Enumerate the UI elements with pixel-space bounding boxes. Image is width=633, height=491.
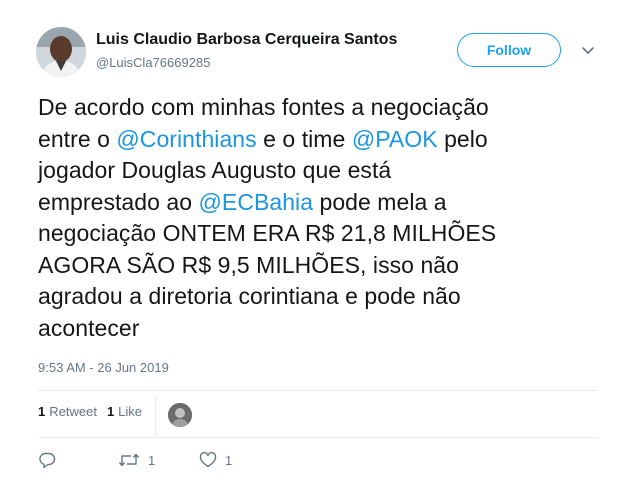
tweet-stats: 1 Retweet 1 Like bbox=[38, 404, 152, 419]
author-display-name[interactable]: Luis Claudio Barbosa Cerqueira Santos bbox=[96, 31, 397, 49]
like-stat-count: 1 bbox=[106, 404, 115, 419]
tweet-text-segment: pode mela a bbox=[313, 188, 447, 215]
mention-link[interactable]: @ECBahia bbox=[199, 189, 314, 215]
tweet-line: AGORA SÃO R$ 9,5 MILHÕES, isso não bbox=[38, 250, 598, 282]
tweet-line: negociação ONTEM ERA R$ 21,8 MILHÕES bbox=[38, 218, 598, 250]
retweet-button[interactable]: 1 bbox=[118, 451, 155, 469]
follow-button[interactable]: Follow bbox=[457, 33, 561, 67]
tweet-text-segment: entre o bbox=[38, 125, 117, 152]
tweet-text-segment: jogador Douglas Augusto que está bbox=[38, 157, 392, 183]
tweet-text: De acordo com minhas fontes a negociação… bbox=[38, 92, 598, 344]
heart-icon bbox=[199, 451, 217, 469]
tweet-line: emprestado ao @ECBahia pode mela a bbox=[38, 187, 598, 219]
like-count: 1 bbox=[225, 452, 233, 468]
stats-separator bbox=[155, 396, 156, 436]
tweet-line: jogador Douglas Augusto que está bbox=[38, 155, 598, 187]
tweet-line: agradou a diretoria corintiana e pode nã… bbox=[38, 281, 598, 313]
retweet-stat[interactable]: 1 Retweet bbox=[38, 404, 97, 419]
tweet-text-segment: acontecer bbox=[38, 314, 140, 341]
reply-button[interactable] bbox=[38, 451, 56, 469]
tweet-line: entre o @Corinthians e o time @PAOK pelo bbox=[38, 124, 598, 156]
tweet-text-segment: negociação ONTEM ERA R$ 21,8 MILHÕES bbox=[38, 220, 497, 246]
tweet-text-segment: pelo bbox=[437, 125, 488, 152]
caret-down-icon[interactable] bbox=[580, 42, 596, 58]
reply-icon bbox=[38, 451, 56, 469]
retweet-stat-label: Retweet bbox=[49, 404, 97, 419]
liker-avatar[interactable] bbox=[168, 403, 192, 427]
tweet-line: acontecer bbox=[38, 313, 598, 345]
mention-link[interactable]: @Corinthians bbox=[116, 126, 256, 152]
tweet-line: De acordo com minhas fontes a negociação bbox=[38, 92, 598, 124]
author-handle[interactable]: @LuisCla76669285 bbox=[96, 55, 210, 70]
like-button[interactable]: 1 bbox=[199, 451, 232, 469]
divider-top bbox=[38, 390, 598, 391]
author-avatar[interactable] bbox=[36, 27, 86, 77]
retweet-stat-count: 1 bbox=[38, 404, 46, 419]
like-stat-label: Like bbox=[118, 404, 143, 419]
divider-bottom bbox=[38, 437, 598, 438]
tweet-text-segment: De acordo com minhas fontes a negociação bbox=[38, 94, 489, 120]
mention-link[interactable]: @PAOK bbox=[352, 126, 438, 152]
like-stat[interactable]: 1 Like bbox=[107, 404, 142, 419]
tweet-timestamp[interactable]: 9:53 AM - 26 Jun 2019 bbox=[38, 360, 169, 375]
tweet-text-segment: e o time bbox=[256, 125, 352, 152]
retweet-count: 1 bbox=[148, 452, 156, 468]
tweet-text-segment: AGORA SÃO R$ 9,5 MILHÕES, isso não bbox=[38, 251, 459, 278]
tweet-text-segment: agradou a diretoria corintiana e pode nã… bbox=[38, 283, 461, 309]
tweet-text-segment: emprestado ao bbox=[38, 188, 199, 215]
retweet-icon bbox=[118, 451, 140, 469]
